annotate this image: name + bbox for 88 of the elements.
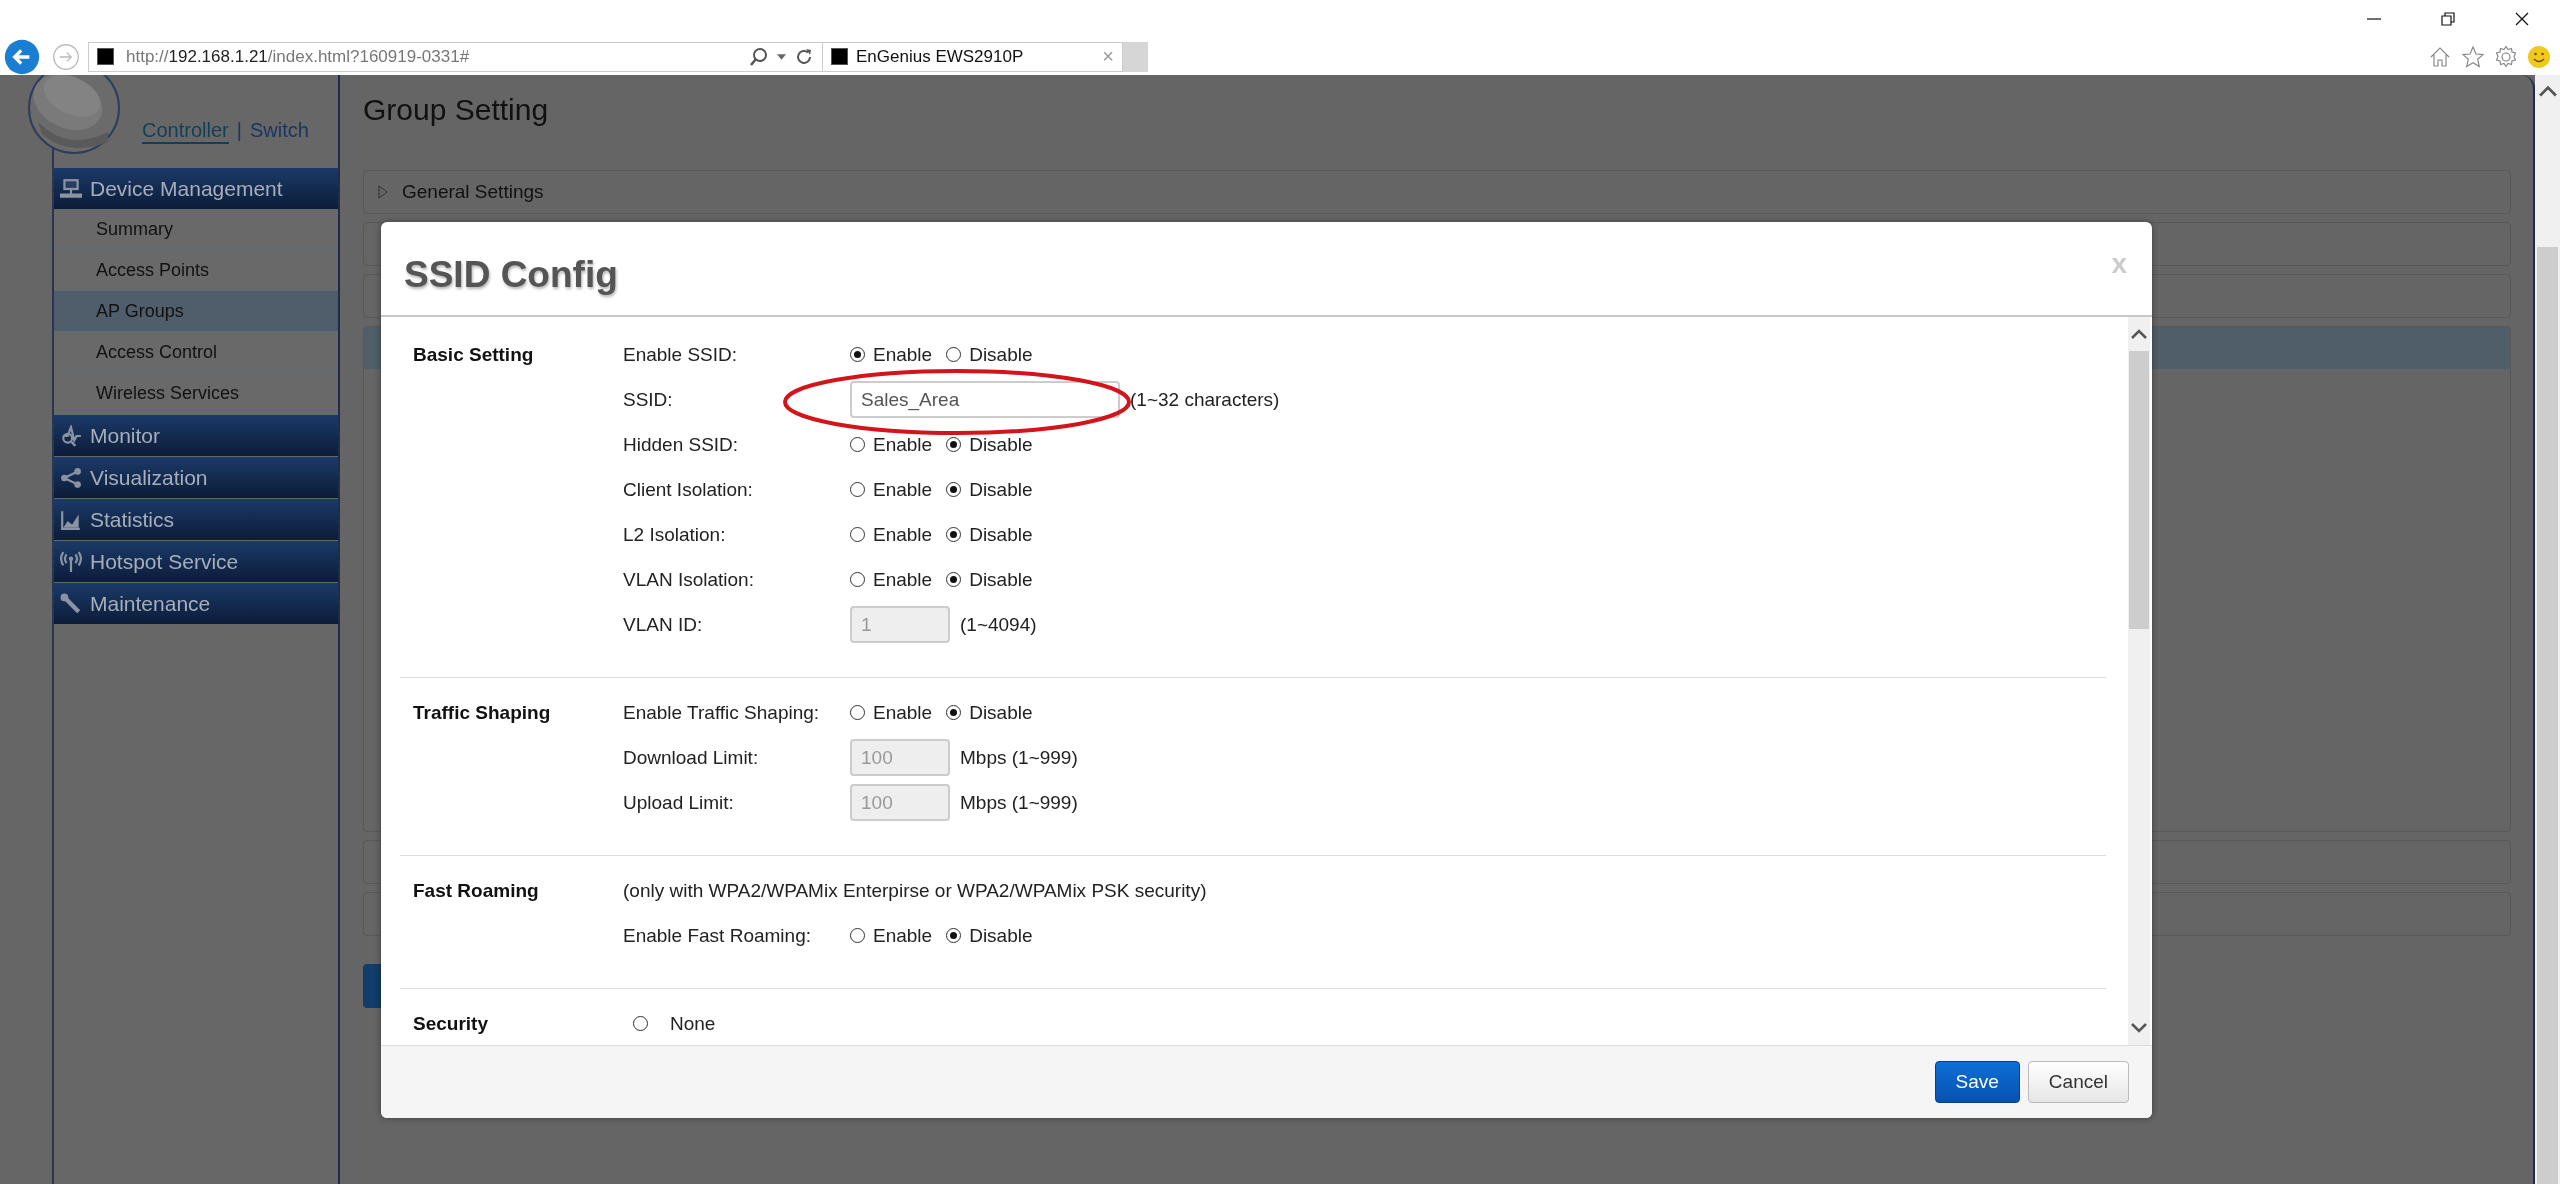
scroll-up-icon[interactable] [2538,85,2557,97]
menu-section[interactable]: Visualization [54,457,338,498]
close-icon[interactable] [2514,11,2530,27]
page-title: Group Setting [363,92,550,128]
bar-chart-icon [60,508,82,531]
star-icon[interactable] [2461,44,2485,69]
menu-section[interactable]: Monitor [54,415,338,456]
radio-button[interactable] [946,482,962,497]
input-field[interactable]: Sales_Area [850,381,1120,418]
radio-option[interactable]: Disable [946,433,1033,456]
field-label: Enable SSID: [623,343,739,366]
scroll-up-icon[interactable] [2131,329,2147,339]
radio-option[interactable]: Disable [946,924,1033,947]
note-text: (only with WPA2/WPAMix Enterpirse or WPA2/WPAMix PSK security) [623,879,1207,902]
radio-option[interactable]: Enable [850,478,933,501]
hint-text: Mbps (1~999) [960,791,1078,814]
menu-section[interactable]: Device Management [54,168,338,209]
smiley-icon[interactable] [2527,44,2551,69]
field-label: Download Limit: [623,746,760,769]
scrollbar-thumb[interactable] [2129,351,2149,629]
radio-option[interactable]: Enable [850,523,933,546]
page-icon [97,48,114,65]
dialog-title: SSID Config [404,253,618,296]
refresh-icon[interactable] [794,46,814,67]
radio-button[interactable] [850,572,865,587]
restore-icon[interactable] [2440,11,2456,27]
wrench-icon [60,592,82,615]
radio-option[interactable]: Enable [850,701,933,724]
dialog-button[interactable]: Cancel [2027,1061,2129,1103]
menu-section[interactable]: Statistics [54,499,338,540]
address-field[interactable]: http://192.168.1.21/index.html?160919-0331# [88,41,823,72]
field-label: Enable Traffic Shaping: [623,701,821,724]
scroll-down-icon[interactable] [2131,1023,2147,1033]
radio-option[interactable]: Enable [850,924,933,947]
menu-section[interactable]: Maintenance [54,583,338,624]
field-label: L2 Isolation: [623,523,727,546]
radio-option[interactable]: Disable [946,701,1033,724]
radio-button[interactable] [850,482,865,497]
section-title: Basic Setting [412,343,535,367]
radio-button[interactable] [946,527,962,542]
pulse-icon [60,424,82,447]
page-icon [831,48,848,65]
settings-icon[interactable] [2494,44,2518,69]
antenna-icon [60,550,82,573]
back-icon[interactable] [4,38,40,75]
search-icon[interactable] [749,46,769,67]
browser-tab[interactable]: EnGenius EWS2910P × [823,41,1123,72]
radio-button[interactable] [850,347,865,362]
field-label: Upload Limit: [623,791,735,814]
dropdown-icon[interactable] [777,53,786,60]
field-label: Client Isolation: [623,478,754,501]
section-title: Traffic Shaping [412,701,552,725]
separator: | [236,119,242,143]
radio-button[interactable] [850,437,865,452]
share-icon [60,466,82,489]
radio-option[interactable]: Disable [946,343,1033,366]
radio-button[interactable] [946,572,962,587]
radio-button[interactable] [633,1016,648,1031]
dialog-button[interactable]: Save [1934,1061,2020,1103]
computer-icon [60,177,82,200]
radio-button[interactable] [850,527,865,542]
scrollbar-thumb[interactable] [2537,247,2558,1184]
radio-option[interactable]: Enable [850,343,933,366]
hint-text: (1~4094) [960,613,1037,636]
expand-icon [378,185,388,199]
accordion-panel[interactable]: General Settings [363,170,2511,214]
section-title: Fast Roaming [412,879,540,903]
radio-option[interactable]: Enable [850,568,933,591]
field-label: SSID: [623,388,674,411]
field-label: VLAN Isolation: [623,568,755,591]
menu-section[interactable]: Hotspot Service [54,541,338,582]
field-label: VLAN ID: [623,613,704,636]
radio-option[interactable]: Disable [946,523,1033,546]
field-label: Hidden SSID: [623,433,740,456]
radio-option[interactable]: Enable [850,433,933,456]
radio-button[interactable] [946,928,962,943]
radio-button[interactable] [946,705,962,720]
hint-text: (1~32 characters) [1130,388,1280,411]
radio-option[interactable]: Disable [946,478,1033,501]
radio-button[interactable] [946,437,962,452]
field-label: Enable Fast Roaming: [623,924,812,947]
radio-option[interactable]: Disable [946,568,1033,591]
radio-button[interactable] [850,928,865,943]
radio-button[interactable] [946,347,962,362]
section-title: Security [412,1012,489,1036]
radio-option[interactable]: None [633,1012,716,1035]
radio-button[interactable] [850,705,865,720]
hint-text: Mbps (1~999) [960,746,1078,769]
